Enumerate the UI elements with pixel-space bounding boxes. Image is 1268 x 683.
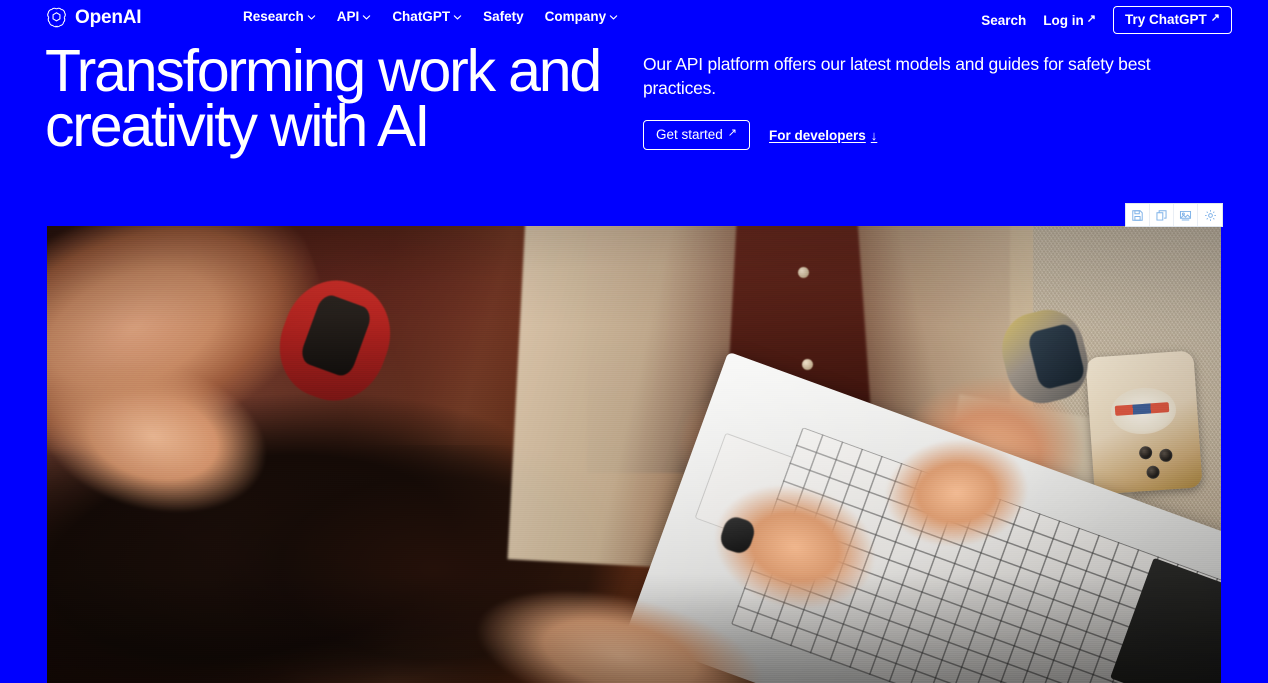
nav-item-api[interactable]: API — [337, 7, 372, 26]
arrow-up-right-icon: ↗ — [1086, 12, 1097, 25]
header-actions: Search Log in ↗ Try ChatGPT ↗ — [981, 6, 1232, 34]
chevron-down-icon — [453, 13, 462, 22]
search-label: Search — [981, 12, 1027, 28]
page-title: Transforming work and creativity with AI — [45, 42, 645, 156]
hero-image — [47, 226, 1221, 683]
save-icon[interactable] — [1126, 204, 1150, 226]
nav-item-research[interactable]: Research — [243, 7, 316, 26]
arrow-up-right-icon: ↗ — [1210, 12, 1220, 24]
hero-description: Our API platform offers our latest model… — [643, 54, 1151, 98]
site-header: OpenAI Research API ChatGPT Safety Compa… — [0, 0, 1268, 34]
image-icon[interactable] — [1174, 204, 1198, 226]
headline-line-2: creativity with AI — [45, 93, 431, 159]
nav-item-label: Research — [243, 9, 304, 24]
hero-actions: Get started ↗ For developers ↓ — [643, 120, 1223, 150]
copy-icon[interactable] — [1150, 204, 1174, 226]
primary-navigation: Research API ChatGPT Safety Company — [243, 7, 618, 26]
openai-logo-link[interactable]: OpenAI — [45, 5, 142, 29]
nav-item-label: Company — [544, 9, 607, 24]
search-button[interactable]: Search — [981, 11, 1026, 30]
image-toolbar — [1125, 203, 1223, 227]
brand-name: OpenAI — [75, 6, 142, 28]
get-started-label: Get started — [656, 127, 723, 142]
nav-item-chatgpt[interactable]: ChatGPT — [392, 7, 462, 26]
settings-icon[interactable] — [1198, 204, 1222, 226]
page-root: OpenAI Research API ChatGPT Safety Compa… — [0, 0, 1268, 683]
openai-blossom-logo-icon — [45, 6, 68, 29]
chevron-down-icon — [609, 13, 618, 22]
nav-item-label: Safety — [483, 9, 524, 24]
login-label: Log in — [1043, 12, 1084, 28]
try-chatgpt-label: Try ChatGPT — [1125, 12, 1207, 27]
login-link[interactable]: Log in ↗ — [1043, 11, 1096, 30]
hero-photo — [47, 226, 1221, 683]
for-developers-link[interactable]: For developers ↓ — [769, 128, 877, 143]
nav-item-company[interactable]: Company — [545, 7, 619, 26]
nav-item-label: API — [336, 9, 360, 24]
try-chatgpt-button[interactable]: Try ChatGPT ↗ — [1113, 6, 1232, 34]
for-developers-label: For developers — [769, 127, 866, 143]
arrow-up-right-icon: ↗ — [727, 127, 738, 139]
nav-item-safety[interactable]: Safety — [483, 7, 524, 26]
nav-item-label: ChatGPT — [392, 9, 451, 24]
chevron-down-icon — [307, 13, 316, 22]
hero-copy-block: Our API platform offers our latest model… — [643, 52, 1223, 150]
chevron-down-icon — [362, 13, 371, 22]
arrow-down-icon: ↓ — [870, 127, 878, 143]
get-started-button[interactable]: Get started ↗ — [643, 120, 751, 150]
